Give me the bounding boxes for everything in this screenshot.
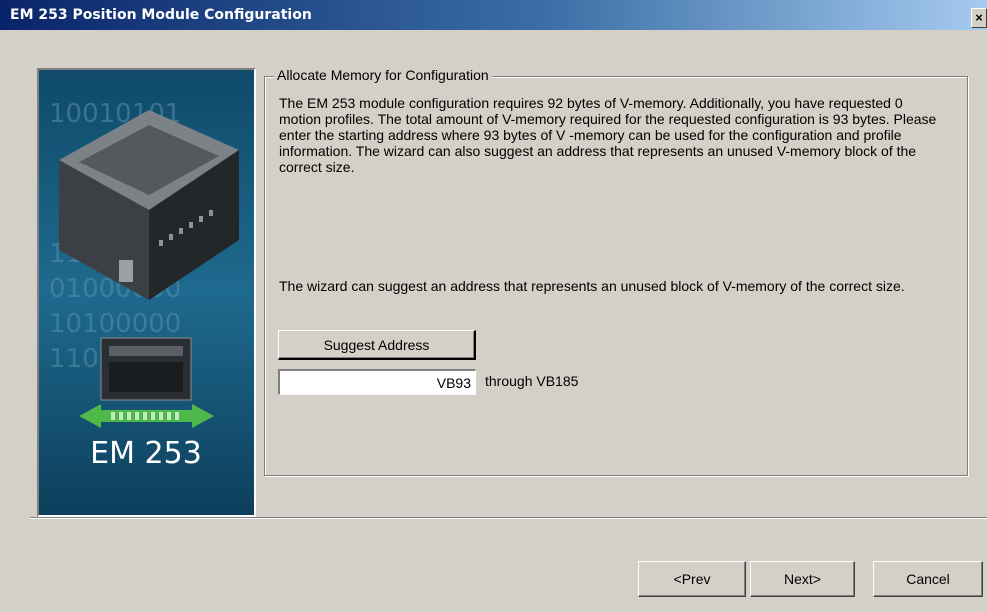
- binary-text: 10100000: [49, 309, 181, 339]
- next-button[interactable]: Next>: [750, 561, 855, 597]
- title-bar: EM 253 Position Module Configuration ×: [0, 0, 987, 30]
- suggest-description: The wizard can suggest an address that r…: [279, 278, 905, 294]
- em253-module-icon: [100, 337, 192, 401]
- close-icon: ×: [975, 10, 983, 25]
- end-address-label: through VB185: [485, 373, 579, 389]
- prev-button[interactable]: <Prev: [638, 561, 746, 597]
- group-legend: Allocate Memory for Configuration: [274, 67, 492, 83]
- window-title: EM 253 Position Module Configuration: [10, 7, 312, 23]
- cancel-button[interactable]: Cancel: [873, 561, 983, 597]
- module-banner-image: 10010101 11010101 01000000 10100000 1101…: [37, 68, 256, 517]
- close-button[interactable]: ×: [971, 8, 987, 28]
- suggest-address-button[interactable]: Suggest Address: [278, 330, 476, 360]
- footer-separator: [30, 517, 987, 519]
- start-address-input[interactable]: [278, 369, 476, 395]
- memory-description: The EM 253 module configuration requires…: [279, 95, 937, 175]
- module-label: EM 253: [90, 436, 202, 471]
